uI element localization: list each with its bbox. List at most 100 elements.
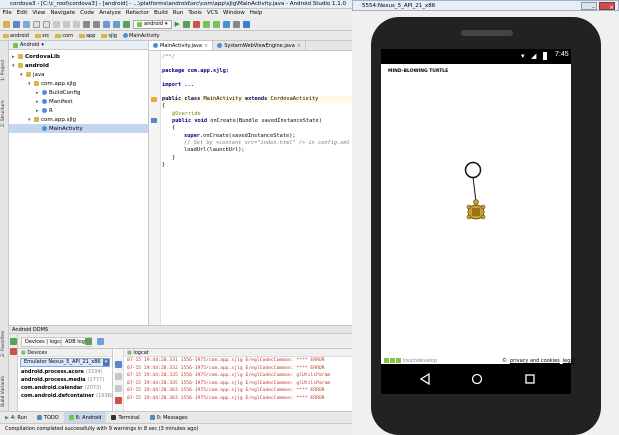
paste-icon[interactable] [73,20,80,28]
tab-project[interactable]: 1: Project [1,45,8,81]
tab-structure[interactable]: 2: Structure [1,85,8,127]
tree-item[interactable]: ▸ CordovaLib [9,52,148,61]
sync-icon[interactable] [23,20,30,28]
tab-build-variants[interactable]: Build Variants [1,361,8,407]
tab-favorites[interactable]: 2: Favorites [1,317,8,357]
tree-item[interactable]: ▸ R [9,106,148,115]
code-line: @Override [172,111,201,117]
find-icon[interactable] [83,20,90,28]
process-row[interactable]: android.process.media (1777) [18,376,112,384]
breadcrumb-item[interactable]: com [52,31,76,41]
scroll-end-icon[interactable] [115,373,122,380]
ide-title-bar: cordova3 - [C:\c_root\cordova3] - [andro… [0,0,352,9]
make-icon[interactable] [123,20,130,28]
menu-build[interactable]: Build [151,9,170,18]
project-structure-icon[interactable] [222,20,230,28]
menu-help[interactable]: Help [247,9,265,18]
tree-item[interactable]: ▸ Manifest [9,97,148,106]
menu-analyze[interactable]: Analyze [97,9,124,18]
android-icon [137,21,142,27]
process-row[interactable]: android.process.acore (1534) [18,368,112,376]
menu-navigate[interactable]: Navigate [48,9,78,18]
tab-terminal[interactable]: Terminal [106,412,144,424]
restart-log-icon[interactable] [115,385,122,392]
project-tree: ▸ CordovaLib ▾ android ▾ java ▾ com.app.sjlg ▸ Bu… [9,50,148,133]
settings-icon[interactable] [232,20,240,28]
cut-icon[interactable] [53,20,60,28]
device-select[interactable]: Emulator Nexus_5_API_21_x86 ▾ [20,358,110,367]
redo-icon[interactable] [43,20,50,28]
stop-icon[interactable] [192,20,200,28]
menu-tools[interactable]: Tools [186,9,205,18]
back-icon[interactable] [419,373,431,385]
ddms-header: Android DDMS [9,325,352,334]
breadcrumb-item[interactable]: android [0,31,32,41]
tree-item[interactable]: MainActivity [9,124,148,133]
menu-vcs[interactable]: VCS [204,9,220,18]
menu-refactor[interactable]: Refactor [123,9,151,18]
tab-messages[interactable]: 0: Messages [145,412,193,424]
tab-android[interactable]: 6: Android [63,411,107,424]
screenshot-icon[interactable] [97,338,104,345]
tree-item[interactable]: ▾ android [9,61,148,70]
code-area[interactable]: /**/ package com.app.sjlg; import ... pu… [162,51,352,325]
menu-code[interactable]: Code [78,9,97,18]
close-icon[interactable]: × [297,41,301,51]
home-icon[interactable] [471,373,483,385]
open-folder-icon[interactable] [3,20,10,28]
replace-icon[interactable] [93,20,100,28]
tree-item-label: com.app.sjlg [41,80,77,87]
process-row[interactable]: com.android.defcontainer (1636) [18,392,113,400]
tab-todo[interactable]: TODO [32,412,64,424]
devices-panel: ■ Devices Emulator Nexus_5_API_21_x86 ▾ … [18,349,113,411]
close-icon[interactable]: × [204,41,208,51]
breadcrumb-item[interactable]: sjlg [98,31,120,41]
process-row[interactable]: com.android.calendar (2073) [18,384,112,392]
help-icon[interactable] [242,20,250,28]
app-screen[interactable] [381,64,571,364]
tree-item[interactable]: ▾ com.app.sjlg [9,79,148,88]
tab-run[interactable]: ▶ 4: Run [0,412,32,424]
menu-run[interactable]: Run [170,9,186,18]
folder-icon [78,33,85,38]
recents-icon[interactable] [524,373,536,385]
device-select-value: Emulator Nexus_5_API_21_x86 [24,359,101,365]
forward-icon[interactable] [113,20,120,28]
tab-systemwebviewengine[interactable]: SystemWebViewEngine.java × [213,41,307,51]
undo-icon[interactable] [33,20,40,28]
code-editor: MainActivity.java × SystemWebViewEngine.… [149,41,352,325]
tree-item[interactable]: ▾ java [9,70,148,79]
tab-label: MainActivity.java [160,42,202,49]
minimize-icon[interactable]: – [581,2,597,11]
run-config-select[interactable]: android ▾ [133,19,172,29]
back-icon[interactable] [103,20,110,28]
code-line: /**/ [162,54,175,60]
sdk-manager-icon[interactable] [202,20,210,28]
breadcrumb-item[interactable]: app [76,31,98,41]
close-icon[interactable]: × [599,2,615,11]
project-view-select[interactable]: Android [20,42,39,48]
debug-icon[interactable] [182,20,190,28]
menu-view[interactable]: View [30,9,48,18]
logcat-header: ■ logcat [124,349,352,357]
menu-edit[interactable]: Edit [14,9,30,18]
play-icon[interactable] [10,338,17,345]
chevron-down-icon[interactable]: ▾ [41,42,44,48]
stop-icon[interactable] [10,348,17,355]
save-icon[interactable] [13,20,20,28]
stop-log-icon[interactable] [115,397,122,404]
clear-log-icon[interactable] [115,361,122,368]
run-icon[interactable]: ▶ [175,20,180,28]
tree-item[interactable]: ▾ com.app.sjlg [9,115,148,124]
breadcrumb-item[interactable]: MainActivity [120,31,163,41]
menu-window[interactable]: Window [221,9,248,18]
breadcrumb-item[interactable]: src [32,31,52,41]
log-area[interactable]: ■ logcat 07-15 19:44:20.331 1556-1975/co… [124,349,352,402]
folder-icon [3,33,9,38]
tree-item[interactable]: ▸ BuildConfig [9,88,148,97]
restart-icon[interactable] [85,338,92,345]
copy-icon[interactable] [63,20,70,28]
tab-mainactivity[interactable]: MainActivity.java × [149,41,214,51]
avd-manager-icon[interactable] [212,20,220,28]
menu-file[interactable]: File [0,9,14,18]
